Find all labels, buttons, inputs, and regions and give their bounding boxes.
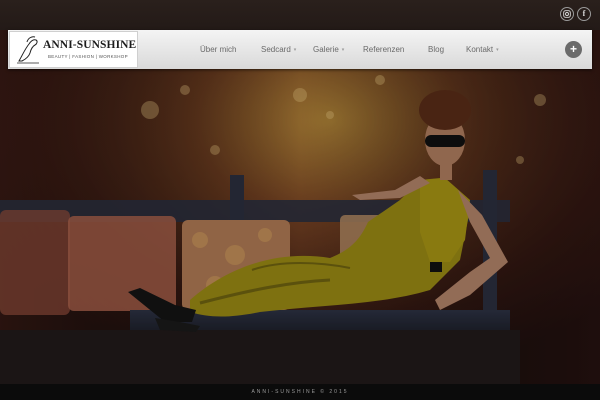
nav-item-label: Sedcard [261, 45, 291, 54]
logo-tagline: BEAUTY | FASHION | WORKSHOP [48, 54, 128, 59]
nav-item-label: Über mich [200, 45, 237, 54]
site-logo[interactable]: ANNI-SUNSHINE BEAUTY | FASHION | WORKSHO… [9, 31, 138, 68]
site-header: ANNI-SUNSHINE BEAUTY | FASHION | WORKSHO… [8, 30, 592, 69]
logo-figure-icon [17, 36, 39, 64]
site-footer: ANNI-SUNSHINE © 2015 [0, 384, 600, 400]
logo-title: ANNI-SUNSHINE [43, 39, 137, 51]
nav-item-label: Referenzen [363, 45, 405, 54]
nav-item-blog[interactable]: Blog [428, 30, 444, 69]
instagram-icon[interactable] [560, 7, 574, 21]
nav-item-label: Kontakt [466, 45, 494, 54]
facebook-icon[interactable]: f [577, 7, 591, 21]
chevron-down-icon: ▾ [293, 47, 297, 53]
chevron-down-icon: ▾ [496, 47, 499, 53]
copyright-text: ANNI-SUNSHINE © 2015 [251, 389, 349, 395]
nav-item-ueber-mich[interactable]: Über mich [200, 30, 236, 69]
nav-item-galerie[interactable]: Galerie ▾ [313, 30, 344, 69]
nav-item-label: Blog [428, 45, 445, 54]
nav-item-label: Galerie [313, 45, 339, 54]
top-social-bar [0, 0, 600, 30]
nav-item-referenzen[interactable]: Referenzen [363, 30, 404, 69]
plus-button[interactable]: + [565, 41, 582, 58]
nav-item-sedcard[interactable]: Sedcard ▾ [261, 30, 296, 69]
chevron-down-icon: ▾ [341, 47, 345, 53]
nav-item-kontakt[interactable]: Kontakt ▾ [466, 30, 499, 69]
